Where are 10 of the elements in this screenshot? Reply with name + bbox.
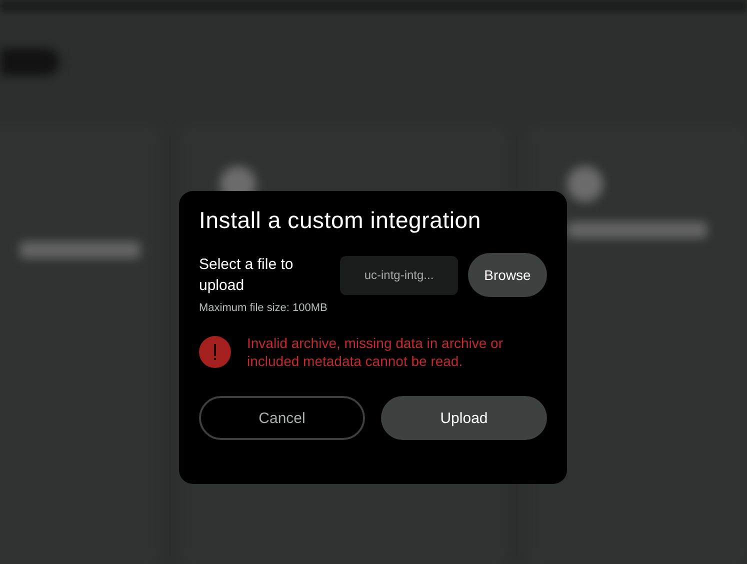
blurred-icon xyxy=(567,166,603,202)
browse-button[interactable]: Browse xyxy=(468,253,547,297)
error-icon xyxy=(199,336,231,368)
upload-button[interactable]: Upload xyxy=(381,396,547,440)
dialog-title: Install a custom integration xyxy=(199,207,482,234)
error-message: Invalid archive, missing data in archive or included metadata cannot be read. xyxy=(247,334,504,370)
cancel-button[interactable]: Cancel xyxy=(199,396,365,440)
file-size-note: Maximum file size: 100MB xyxy=(199,301,328,316)
file-prompt: Select a file to upload xyxy=(199,255,294,296)
file-name-field[interactable]: uc-intg-intg... xyxy=(340,256,458,294)
